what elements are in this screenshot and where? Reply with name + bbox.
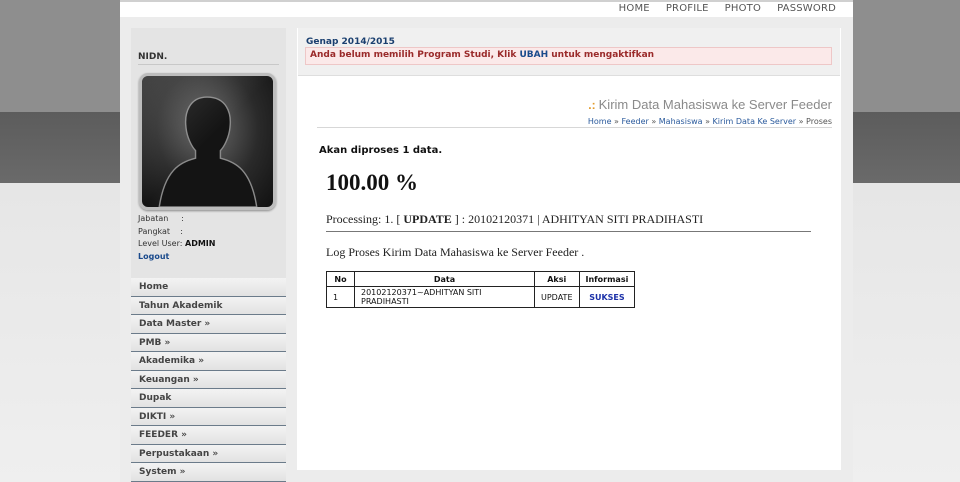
nav-photo[interactable]: PHOTO xyxy=(725,3,761,14)
breadcrumb-kirim-data[interactable]: Kirim Data Ke Server xyxy=(713,117,797,126)
column-header: Data xyxy=(354,271,535,287)
cell-aksi: UPDATE xyxy=(534,286,580,308)
menu-item-akademika[interactable]: Akademika » xyxy=(131,352,286,371)
page-title: .: Kirim Data Mahasiswa ke Server Feeder xyxy=(588,97,832,112)
warning-message: Anda belum memilih Program Studi, Klik U… xyxy=(305,47,832,65)
breadcrumb-home[interactable]: Home xyxy=(588,117,612,126)
log-title: Log Proses Kirim Data Mahasiswa ke Serve… xyxy=(326,245,585,259)
breadcrumb: Home » Feeder » Mahasiswa » Kirim Data K… xyxy=(587,117,832,126)
menu-item-tahun-akademik[interactable]: Tahun Akademik xyxy=(131,296,286,315)
semester-label: Genap 2014/2015 xyxy=(306,37,395,47)
pangkat-row: Pangkat : xyxy=(138,226,183,236)
menu-item-home[interactable]: Home xyxy=(131,278,286,297)
page-header: .: Kirim Data Mahasiswa ke Server Feeder … xyxy=(588,97,832,126)
cell-no: 1 xyxy=(326,286,355,308)
jabatan-row: Jabatan : xyxy=(138,214,184,223)
breadcrumb-mahasiswa[interactable]: Mahasiswa xyxy=(659,117,703,126)
sidebar-menu: Home Tahun Akademik Data Master » PMB » … xyxy=(131,278,286,482)
cell-data: 20102120371~ADHITYAN SITI PRADIHASTI xyxy=(354,286,535,308)
processing-status: Processing: 1. [ UPDATE ] : 20102120371 … xyxy=(326,212,811,232)
avatar xyxy=(139,73,276,210)
column-header: No xyxy=(326,271,355,287)
level-value: ADMIN xyxy=(185,239,216,248)
divider xyxy=(138,64,279,65)
main-content: Genap 2014/2015 Anda belum memilih Progr… xyxy=(297,28,841,470)
cell-informasi-status[interactable]: SUKSES xyxy=(578,286,636,308)
breadcrumb-feeder[interactable]: Feeder xyxy=(622,117,649,126)
menu-item-perpustakaan[interactable]: Perpustakaan » xyxy=(131,444,286,463)
table-header-row: No Data Aksi Informasi xyxy=(326,271,636,287)
menu-item-keuangan[interactable]: Keuangan » xyxy=(131,370,286,389)
dots-icon: .: xyxy=(588,98,596,112)
ubah-link[interactable]: UBAH xyxy=(519,50,548,60)
logout-link[interactable]: Logout xyxy=(138,251,215,264)
notice-panel: Genap 2014/2015 Anda belum memilih Progr… xyxy=(298,28,840,76)
user-silhouette-icon xyxy=(142,76,273,207)
top-nav: HOME PROFILE PHOTO PASSWORD xyxy=(619,3,836,14)
user-info: Jabatan : Pangkat : Level User: ADMIN Lo… xyxy=(138,213,215,263)
menu-item-data-master[interactable]: Data Master » xyxy=(131,315,286,334)
table-row: 1 20102120371~ADHITYAN SITI PRADIHASTI U… xyxy=(326,286,636,308)
level-row: Level User: ADMIN xyxy=(138,239,216,248)
breadcrumb-current: Proses xyxy=(806,117,832,126)
progress-percent: 100.00 % xyxy=(326,170,418,195)
result-table: No Data Aksi Informasi 1 20102120371~ADH… xyxy=(326,271,636,308)
process-count-text: Akan diproses 1 data. xyxy=(319,145,443,156)
column-header: Informasi xyxy=(578,271,636,287)
processing-action: UPDATE xyxy=(400,212,455,226)
nav-profile[interactable]: PROFILE xyxy=(666,3,709,14)
page-container: HOME PROFILE PHOTO PASSWORD NIDN. Jabata… xyxy=(120,0,853,482)
header-divider xyxy=(317,127,832,128)
menu-item-dupak[interactable]: Dupak xyxy=(131,389,286,408)
menu-item-pmb[interactable]: PMB » xyxy=(131,333,286,352)
column-header: Aksi xyxy=(534,271,580,287)
sidebar: NIDN. Jabatan : Pangkat : Level User: AD… xyxy=(131,28,286,482)
nidn-label: NIDN. xyxy=(138,52,168,62)
menu-item-feeder[interactable]: FEEDER » xyxy=(131,426,286,445)
nav-password[interactable]: PASSWORD xyxy=(777,3,836,14)
menu-item-dikti[interactable]: DIKTI » xyxy=(131,407,286,426)
menu-item-system[interactable]: System » xyxy=(131,463,286,482)
top-bar: HOME PROFILE PHOTO PASSWORD xyxy=(120,0,853,17)
nav-home[interactable]: HOME xyxy=(619,3,650,14)
